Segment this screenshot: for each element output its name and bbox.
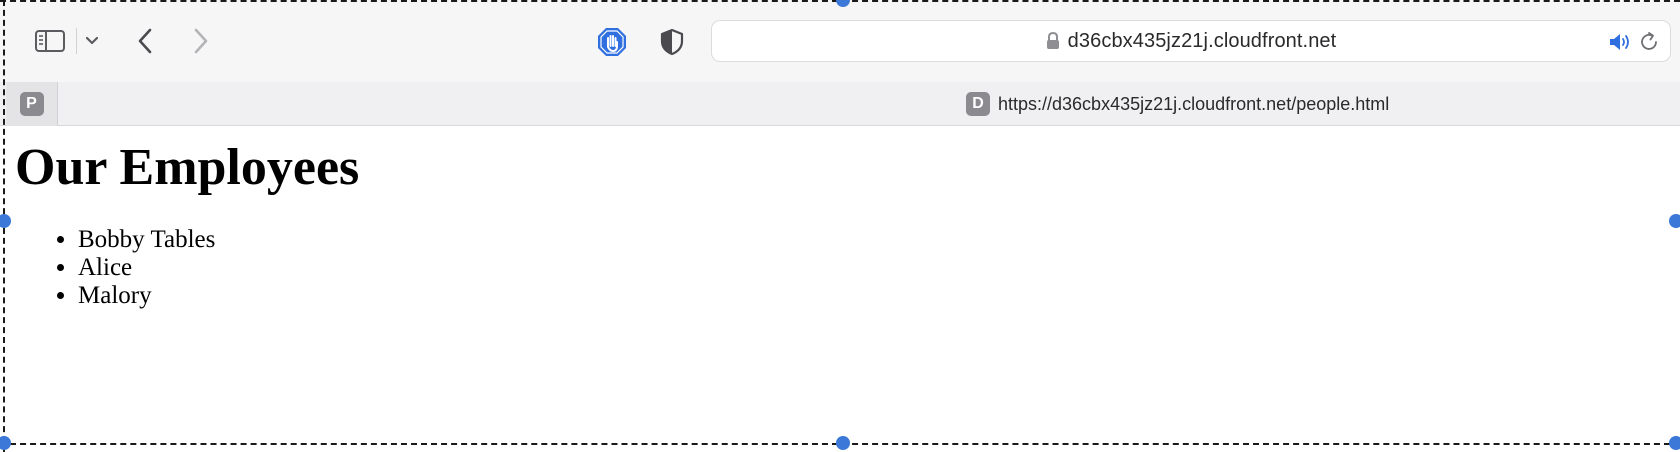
- address-bar[interactable]: d36cbx435jz21j.cloudfront.net: [711, 20, 1671, 62]
- audio-toggle-button[interactable]: [1608, 29, 1634, 55]
- chevron-left-icon: [138, 28, 152, 54]
- reload-button[interactable]: [1636, 29, 1662, 55]
- address-display: d36cbx435jz21j.cloudfront.net: [712, 21, 1670, 61]
- selection-handle-right[interactable]: [1669, 214, 1680, 228]
- tab-title: https://d36cbx435jz21j.cloudfront.net/pe…: [998, 93, 1390, 114]
- list-item: Bobby Tables: [78, 226, 215, 254]
- forward-button[interactable]: [186, 22, 216, 60]
- tab-active[interactable]: D https://d36cbx435jz21j.cloudfront.net/…: [966, 82, 1389, 126]
- list-item: Alice: [78, 254, 215, 282]
- employee-list: Bobby Tables Alice Malory: [38, 226, 215, 310]
- selection-handle-bottom-right[interactable]: [1669, 436, 1680, 450]
- tab-group-dropdown-button[interactable]: [80, 28, 104, 54]
- reload-icon: [1641, 32, 1657, 50]
- page-title: Our Employees: [15, 139, 360, 196]
- sidebar-toggle-button[interactable]: [32, 26, 68, 56]
- privacy-report-button[interactable]: [656, 26, 688, 58]
- hand-stop-icon: [598, 28, 626, 56]
- chevron-down-icon: [85, 36, 99, 45]
- lock-icon: [1046, 32, 1059, 49]
- chevron-right-icon: [194, 28, 208, 54]
- toolbar-divider: [76, 28, 77, 54]
- shield-icon: [660, 28, 684, 56]
- address-text: d36cbx435jz21j.cloudfront.net: [1067, 29, 1337, 52]
- speaker-icon: [1610, 34, 1629, 50]
- content-blocker-button[interactable]: [596, 26, 628, 58]
- list-item: Malory: [78, 282, 215, 310]
- back-button[interactable]: [130, 22, 160, 60]
- sidebar-icon: [35, 30, 65, 52]
- favicon-icon: P: [19, 92, 44, 116]
- browser-toolbar: d36cbx435jz21j.cloudfront.net: [0, 0, 1680, 82]
- favicon-icon: D: [966, 92, 990, 116]
- selection-handle-bottom[interactable]: [836, 436, 850, 450]
- page-content: Our Employees Bobby Tables Alice Malory: [0, 127, 1680, 452]
- tab-bar: P D https://d36cbx435jz21j.cloudfront.ne…: [0, 82, 1680, 126]
- tab-pinned[interactable]: P: [6, 82, 58, 126]
